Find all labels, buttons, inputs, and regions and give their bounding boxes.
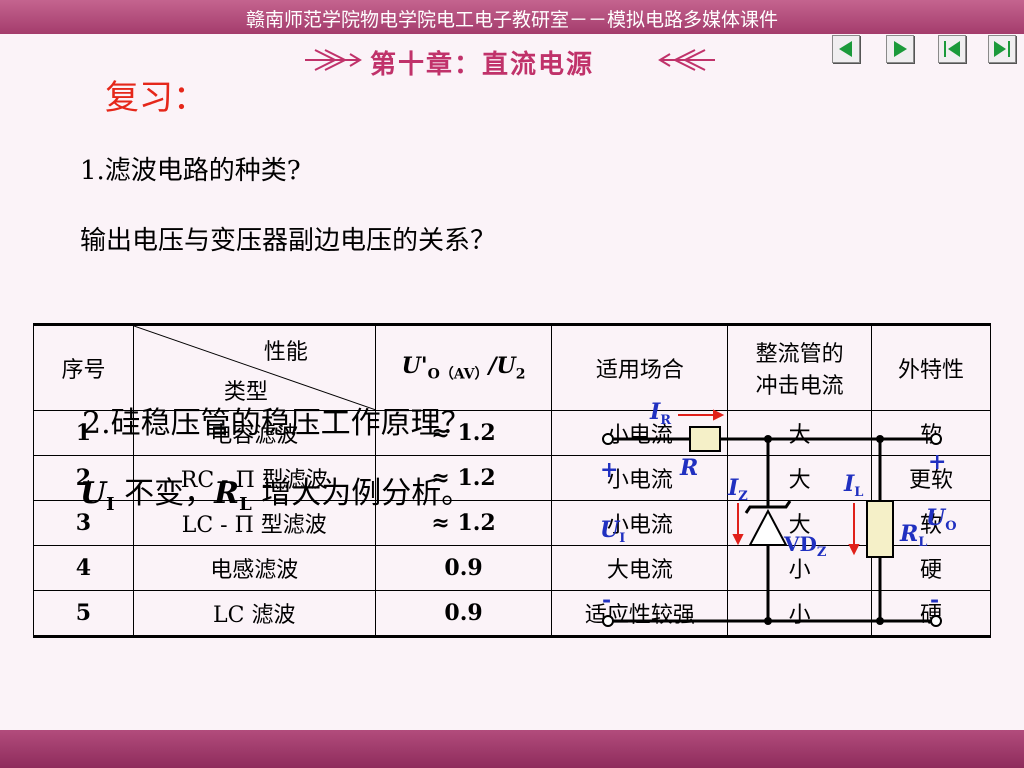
label-r: R [679,455,698,481]
output-terminal-top [930,433,942,445]
zener-regulator-circuit: IR R IZ IL UI VDZ RL UO + + - - [600,399,957,627]
label-uo: UO [926,505,957,534]
label-plus-out: + [928,449,946,475]
output-terminal-bottom [930,615,942,627]
prev-slide-button[interactable] [832,35,860,63]
next-slide-button[interactable] [886,35,914,63]
ratio-subscript: O（AV） [427,366,489,383]
question-filter-types: 1.滤波电路的种类? [80,156,301,186]
title-bar: 赣南师范学院物电学院电工电子教研室－－模拟电路多媒体课件 [0,0,1024,34]
rl-symbol: R [214,476,240,511]
label-vdz: VDZ [783,532,827,560]
skip-first-icon [944,41,960,57]
resistor-rl-icon [866,500,894,558]
review-heading: 复习： [105,78,207,118]
label-minus-out: - [930,587,939,613]
rl-subscript: L [239,494,252,515]
label-iz: IZ [727,475,748,504]
label-ui: UI [600,517,625,546]
analysis-tail-text: 增大为例分析。 [251,476,472,511]
header-surge-line1: 整流管的 [755,342,844,367]
label-rl: RL [899,521,927,550]
chapter-title: 第十章：直流电源 [370,50,595,80]
ui-symbol: U [80,476,107,511]
resistor-r-icon [689,426,721,452]
question-analysis-example: UI 不变，RL 增大为例分析。 [80,468,471,515]
ratio-symbol: U' [401,352,428,379]
triangle-left-icon [839,41,852,57]
ui-subscript: I [106,494,115,515]
cell-index: 4 [33,545,134,591]
header-performance: 性能 [263,340,308,365]
cell-ratio: 0.9 [374,590,553,637]
input-terminal-top [602,433,614,445]
cell-ratio: 0.9 [374,545,553,591]
first-slide-button[interactable] [938,35,966,63]
triangle-right-icon [894,41,907,57]
skip-last-icon [994,41,1010,57]
course-title: 赣南师范学院物电学院电工电子教研室－－模拟电路多媒体课件 [245,9,778,31]
question-voltage-relation: 输出电压与变压器副边电压的关系？ [80,226,497,256]
label-minus-in: - [602,587,611,613]
cell-type: LC 滤波 [132,590,376,637]
cell-type: 电感滤波 [132,545,376,591]
label-plus-in: + [600,457,618,483]
label-ir: IR [649,399,671,428]
input-terminal-bottom [602,615,614,627]
question-zener-principle: 2.硅稳压管的稳压工作原理？ [82,406,471,441]
analysis-mid-text: 不变， [114,476,215,511]
ratio-divisor-subscript: 2 [515,366,526,383]
ratio-divisor: /U [488,352,516,379]
last-slide-button[interactable] [988,35,1016,63]
label-il: IL [843,471,863,500]
cell-index: 5 [33,590,134,637]
footer-bar [0,730,1024,768]
